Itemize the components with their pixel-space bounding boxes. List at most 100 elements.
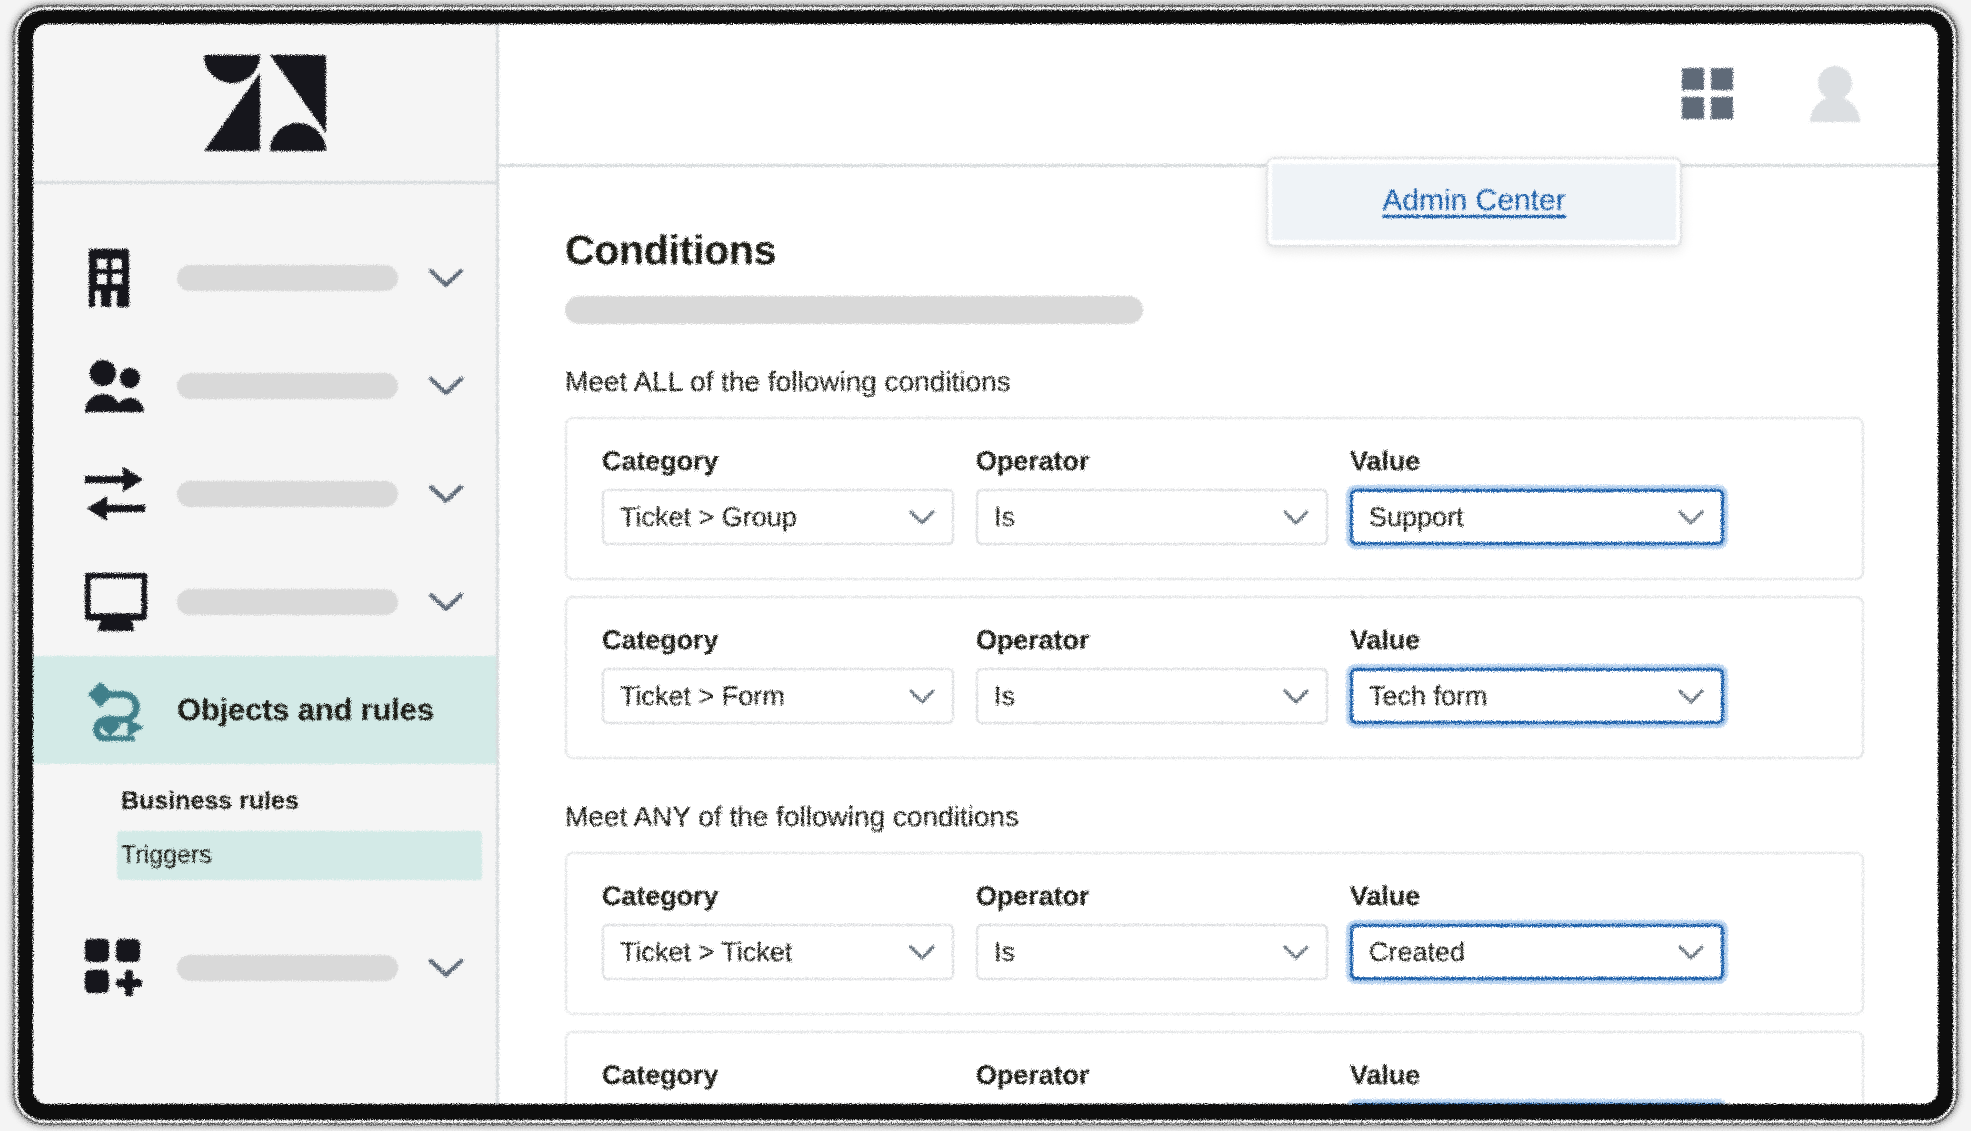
operator-value: Is [994, 680, 1016, 711]
condition-category-col: Category Ticket > Group [602, 446, 976, 545]
value-value: Support [1369, 501, 1464, 532]
sidebar-nav: Objects and rules Business rules Trigger… [33, 184, 496, 1022]
chevron-down-icon [1282, 689, 1310, 704]
value-label: Value [1350, 446, 1421, 476]
operator-select[interactable]: Is [976, 1103, 1328, 1104]
category-select[interactable]: Ticket > Form [602, 668, 954, 724]
main-area: Admin Center Conditions Meet ALL of the … [499, 24, 1938, 1104]
category-label: Category [602, 625, 719, 655]
condition-card: Category Ticket > Ticket Operator [565, 1031, 1864, 1104]
category-select[interactable]: Ticket > Ticket [602, 924, 954, 980]
chevron-down-icon [908, 510, 936, 525]
apps-add-icon [85, 939, 147, 997]
sidebar-subnav: Business rules Triggers [33, 778, 496, 880]
condition-operator-col: Operator Is [976, 446, 1350, 545]
value-label: Value [1350, 625, 1421, 655]
condition-value-col: Value Updated [1350, 1060, 1738, 1104]
category-select[interactable]: Ticket > Ticket [602, 1103, 954, 1104]
sidebar-item-label-placeholder [177, 589, 398, 615]
user-avatar-icon[interactable] [1806, 66, 1864, 122]
value-value: Tech form [1369, 680, 1488, 711]
operator-select[interactable]: Is [976, 924, 1328, 980]
category-value: Ticket > Group [620, 501, 797, 532]
sidebar-item-workspaces[interactable] [33, 548, 496, 656]
sidebar-subitem-business-rules[interactable]: Business rules [33, 778, 496, 825]
condition-category-col: Category Ticket > Ticket [602, 1060, 976, 1104]
chevron-down-icon[interactable] [426, 958, 466, 978]
chevron-down-icon [1677, 510, 1705, 525]
value-select[interactable]: Updated [1350, 1103, 1724, 1104]
sidebar-item-label: Objects and rules [177, 692, 434, 727]
condition-card: Category Ticket > Ticket Operator [565, 852, 1864, 1015]
operator-value: Is [994, 501, 1016, 532]
condition-value-col: Value Created [1350, 881, 1738, 980]
sidebar-item-objects-and-rules[interactable]: Objects and rules [33, 656, 496, 764]
window-frame: Objects and rules Business rules Trigger… [18, 10, 1953, 1120]
objects-rules-icon [85, 679, 147, 741]
sidebar-subitem-triggers[interactable]: Triggers [117, 831, 482, 880]
condition-category-col: Category Ticket > Form [602, 625, 976, 724]
chevron-down-icon[interactable] [426, 268, 466, 288]
admin-center-link[interactable]: Admin Center [1382, 184, 1565, 217]
category-label: Category [602, 1060, 719, 1090]
condition-card: Category Ticket > Group Operator Is Valu… [565, 417, 1864, 580]
operator-label: Operator [976, 881, 1090, 911]
condition-category-col: Category Ticket > Ticket [602, 881, 976, 980]
chevron-down-icon [1677, 689, 1705, 704]
sidebar-item-label-placeholder [177, 955, 398, 981]
chevron-down-icon [908, 945, 936, 960]
subtitle-placeholder [565, 296, 1143, 324]
chevron-down-icon [1282, 945, 1310, 960]
content-area: Conditions Meet ALL of the following con… [499, 167, 1938, 1104]
building-icon [85, 249, 147, 307]
value-select[interactable]: Support [1350, 489, 1724, 545]
condition-operator-col: Operator Is [976, 1060, 1350, 1104]
sidebar-item-label-placeholder [177, 265, 398, 291]
condition-operator-col: Operator Is [976, 881, 1350, 980]
chevron-down-icon [1677, 945, 1705, 960]
operator-label: Operator [976, 625, 1090, 655]
condition-value-col: Value Tech form [1350, 625, 1738, 724]
chevron-down-icon [908, 689, 936, 704]
chevron-down-icon [1282, 510, 1310, 525]
admin-center-dropdown: Admin Center [1266, 157, 1682, 247]
monitor-icon [85, 573, 147, 631]
condition-operator-col: Operator Is [976, 625, 1350, 724]
category-label: Category [602, 446, 719, 476]
grid-apps-icon[interactable] [1682, 68, 1734, 120]
operator-select[interactable]: Is [976, 668, 1328, 724]
condition-card: Category Ticket > Form Operator Is Value… [565, 596, 1864, 759]
sidebar-item-people[interactable] [33, 332, 496, 440]
category-select[interactable]: Ticket > Group [602, 489, 954, 545]
zendesk-logo[interactable] [33, 24, 496, 184]
value-value: Created [1369, 936, 1466, 967]
chevron-down-icon[interactable] [426, 592, 466, 612]
operator-value: Is [994, 936, 1016, 967]
sidebar-item-apps[interactable] [33, 914, 496, 1022]
app-window: Objects and rules Business rules Trigger… [33, 24, 1938, 1104]
meet-any-heading: Meet ANY of the following conditions [565, 801, 1019, 832]
operator-select[interactable]: Is [976, 489, 1328, 545]
category-value: Ticket > Form [620, 680, 785, 711]
sidebar-item-label-placeholder [177, 373, 398, 399]
chevron-down-icon[interactable] [426, 484, 466, 504]
operator-label: Operator [976, 446, 1090, 476]
sidebar: Objects and rules Business rules Trigger… [33, 24, 499, 1104]
operator-label: Operator [976, 1060, 1090, 1090]
sidebar-item-channels[interactable] [33, 440, 496, 548]
people-icon [85, 360, 147, 412]
value-label: Value [1350, 1060, 1421, 1090]
value-select[interactable]: Tech form [1350, 668, 1724, 724]
value-label: Value [1350, 881, 1421, 911]
meet-all-heading: Meet ALL of the following conditions [565, 366, 1011, 397]
top-bar [499, 24, 1938, 167]
chevron-down-icon[interactable] [426, 376, 466, 396]
sidebar-item-account[interactable] [33, 224, 496, 332]
value-select[interactable]: Created [1350, 924, 1724, 980]
transfer-arrows-icon [85, 467, 147, 521]
category-value: Ticket > Ticket [620, 936, 793, 967]
condition-value-col: Value Support [1350, 446, 1738, 545]
category-label: Category [602, 881, 719, 911]
dropdown-item-admin-center[interactable]: Admin Center [1272, 164, 1676, 240]
